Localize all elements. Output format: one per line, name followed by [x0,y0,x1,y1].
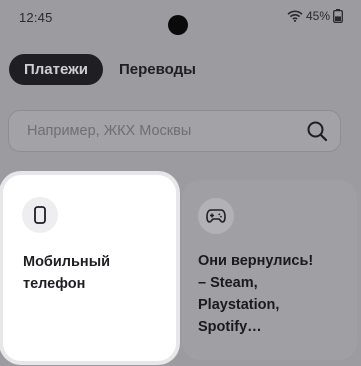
card-title: Мобильный телефон [23,254,110,292]
camera-cutout [168,15,188,35]
card-games-subscriptions[interactable]: Они вернулись! – Steam, Playstation, Spo… [182,180,357,360]
smartphone-icon [34,206,46,224]
smartphone-icon-container [22,197,58,233]
card-mobile-phone[interactable]: Мобильный телефон [3,175,176,361]
battery-percent: 45% [305,9,330,23]
wifi-icon [287,10,303,22]
battery-icon [333,9,343,23]
status-bar: 12:45 45% [0,0,361,36]
search-input[interactable] [25,122,306,140]
search-icon[interactable] [306,120,328,142]
status-time: 12:45 [19,10,53,25]
search-bar[interactable] [8,110,341,152]
tabs: Платежи Переводы [9,54,196,85]
card-title: Они вернулись! – Steam, Playstation, Spo… [198,253,314,335]
tab-transfers[interactable]: Переводы [119,61,196,78]
gamepad-icon [206,208,226,224]
tab-payments[interactable]: Платежи [9,54,103,85]
status-indicators: 45% [287,9,343,23]
gamepad-icon-container [198,198,234,234]
